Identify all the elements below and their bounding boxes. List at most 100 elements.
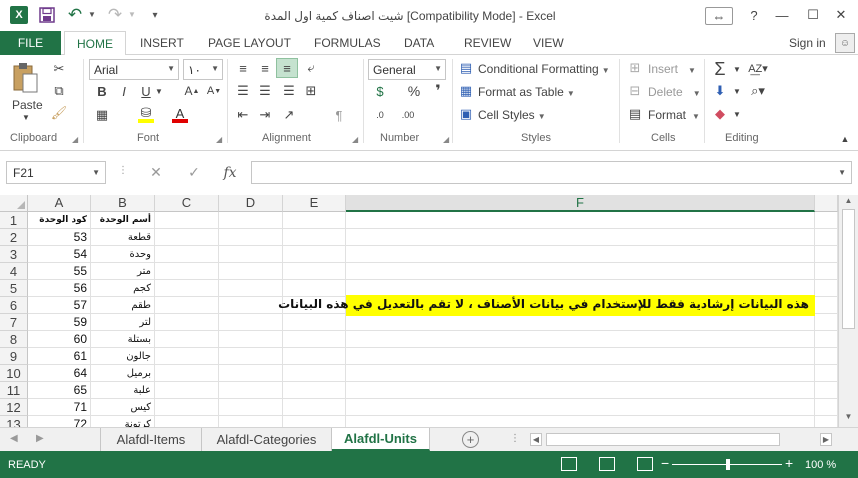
format-cells-button[interactable]: Format ▼	[648, 108, 700, 122]
tab-file[interactable]: FILE	[0, 31, 61, 55]
grid-cell[interactable]: بستلة	[91, 331, 155, 348]
insert-function-icon[interactable]: fx	[218, 161, 242, 184]
grid-cell[interactable]	[283, 212, 346, 229]
decrease-decimal-icon[interactable]: .00	[398, 107, 418, 123]
merge-center-icon[interactable]: ⊞	[302, 83, 320, 99]
grid-cell[interactable]	[283, 399, 346, 416]
font-launcher-icon[interactable]: ◢	[216, 135, 222, 144]
fill-icon[interactable]: ⬇	[710, 83, 730, 99]
grid-cell[interactable]: 55	[28, 263, 91, 280]
worksheet-grid[interactable]: A B C D E F 1 كود الوحدة أسم الوحدة 2 53 قطعة…	[0, 195, 858, 427]
grid-cell[interactable]	[219, 314, 283, 331]
align-right-icon[interactable]: ☰	[280, 83, 298, 99]
grid-cell[interactable]: 65	[28, 382, 91, 399]
grid-cell[interactable]	[346, 382, 815, 399]
font-name-select[interactable]: Arial ▼	[89, 59, 179, 80]
accounting-format-icon[interactable]: $	[370, 83, 390, 99]
grid-cell[interactable]	[283, 263, 346, 280]
grid-cell[interactable]: كرتونة	[91, 416, 155, 427]
grid-cell[interactable]	[219, 246, 283, 263]
grid-cell[interactable]	[346, 314, 815, 331]
bold-button[interactable]: B	[94, 83, 110, 99]
next-sheet-icon[interactable]: ▶	[36, 433, 44, 444]
find-select-icon[interactable]: ⌕▾	[746, 83, 770, 99]
formula-bar-grip-icon[interactable]: ⋮	[118, 165, 128, 176]
grid-cell[interactable]	[815, 331, 838, 348]
redo-icon[interactable]: ↷	[106, 5, 124, 24]
column-header[interactable]: C	[155, 195, 219, 212]
undo-icon[interactable]: ↶	[66, 5, 84, 24]
grid-cell[interactable]	[219, 229, 283, 246]
grid-cell[interactable]	[155, 331, 219, 348]
grid-cell[interactable]	[219, 331, 283, 348]
row-header[interactable]: 13	[0, 416, 28, 427]
grid-cell[interactable]: وحدة	[91, 246, 155, 263]
sheet-tab-units[interactable]: Alafdl-Units	[332, 428, 430, 451]
grid-cell[interactable]	[155, 399, 219, 416]
page-layout-view-icon[interactable]	[599, 457, 615, 471]
name-box[interactable]: F21 ▼	[6, 161, 106, 184]
grid-cell[interactable]: برميل	[91, 365, 155, 382]
grid-cell[interactable]: علبة	[91, 382, 155, 399]
autosum-icon[interactable]: Σ	[710, 59, 730, 79]
grid-cell[interactable]	[815, 314, 838, 331]
confirm-entry-icon[interactable]: ✓	[182, 161, 206, 184]
tab-data[interactable]: DATA	[404, 31, 434, 55]
grid-cell[interactable]	[283, 365, 346, 382]
grid-cell[interactable]	[815, 297, 838, 314]
grid-cell[interactable]	[283, 382, 346, 399]
grid-cell[interactable]	[155, 246, 219, 263]
column-header[interactable]: A	[28, 195, 91, 212]
decrease-font-icon[interactable]: A ▼	[205, 83, 223, 99]
paste-icon[interactable]	[10, 61, 40, 95]
grid-cell[interactable]: 61	[28, 348, 91, 365]
align-top-icon[interactable]: ≡	[234, 60, 252, 76]
comma-style-icon[interactable]: ❜	[430, 83, 446, 100]
grid-cell[interactable]	[815, 399, 838, 416]
collapse-ribbon-icon[interactable]: ▲	[838, 133, 852, 145]
grid-cell[interactable]	[815, 212, 838, 229]
vertical-scrollbar[interactable]: ▲ ▼	[838, 195, 858, 427]
grid-cell[interactable]: لتر	[91, 314, 155, 331]
grid-cell[interactable]	[155, 348, 219, 365]
grid-cell[interactable]: أسم الوحدة	[91, 212, 155, 229]
grid-cell[interactable]: 53	[28, 229, 91, 246]
grid-cell[interactable]	[283, 246, 346, 263]
grid-cell[interactable]	[155, 314, 219, 331]
grid-cell[interactable]: متر	[91, 263, 155, 280]
grid-cell[interactable]	[346, 212, 815, 229]
grid-cell[interactable]	[283, 416, 346, 427]
delete-cells-icon[interactable]: ⊟	[627, 83, 643, 99]
number-launcher-icon[interactable]: ◢	[443, 135, 449, 144]
font-color-icon[interactable]: A	[172, 106, 188, 123]
grid-cell[interactable]	[346, 331, 815, 348]
scroll-down-icon[interactable]: ▼	[842, 412, 855, 425]
fill-color-icon[interactable]: ⛁	[138, 105, 154, 123]
tab-insert[interactable]: INSERT	[140, 31, 184, 55]
row-header[interactable]: 11	[0, 382, 28, 399]
text-direction-icon[interactable]: ¶	[330, 107, 348, 123]
grid-cell[interactable]: 71	[28, 399, 91, 416]
grid-cell[interactable]	[815, 263, 838, 280]
grid-cell[interactable]	[346, 365, 815, 382]
underline-dropdown-icon[interactable]: ▼	[155, 87, 163, 96]
grid-cell[interactable]: كجم	[91, 280, 155, 297]
zoom-in-icon[interactable]: +	[785, 456, 793, 470]
zoom-slider-thumb[interactable]	[726, 459, 730, 470]
row-header[interactable]: 3	[0, 246, 28, 263]
column-header[interactable]: E	[283, 195, 346, 212]
format-as-table-icon[interactable]: ▦	[458, 83, 474, 99]
orientation-icon[interactable]: ↗	[280, 107, 298, 123]
grid-cell[interactable]	[155, 280, 219, 297]
grid-cell[interactable]	[283, 348, 346, 365]
grid-cell[interactable]: 56	[28, 280, 91, 297]
grid-cell[interactable]	[155, 382, 219, 399]
fill-dropdown-icon[interactable]: ▼	[733, 87, 741, 96]
align-center-icon[interactable]: ☰	[256, 83, 274, 99]
tab-review[interactable]: REVIEW	[464, 31, 511, 55]
row-header[interactable]: 4	[0, 263, 28, 280]
scroll-left-icon[interactable]: ◀	[530, 433, 542, 446]
column-header-selected[interactable]: F	[346, 195, 815, 212]
sort-filter-icon[interactable]: A͟Z▾	[744, 60, 772, 76]
conditional-formatting-button[interactable]: Conditional Formatting ▼	[478, 62, 610, 76]
